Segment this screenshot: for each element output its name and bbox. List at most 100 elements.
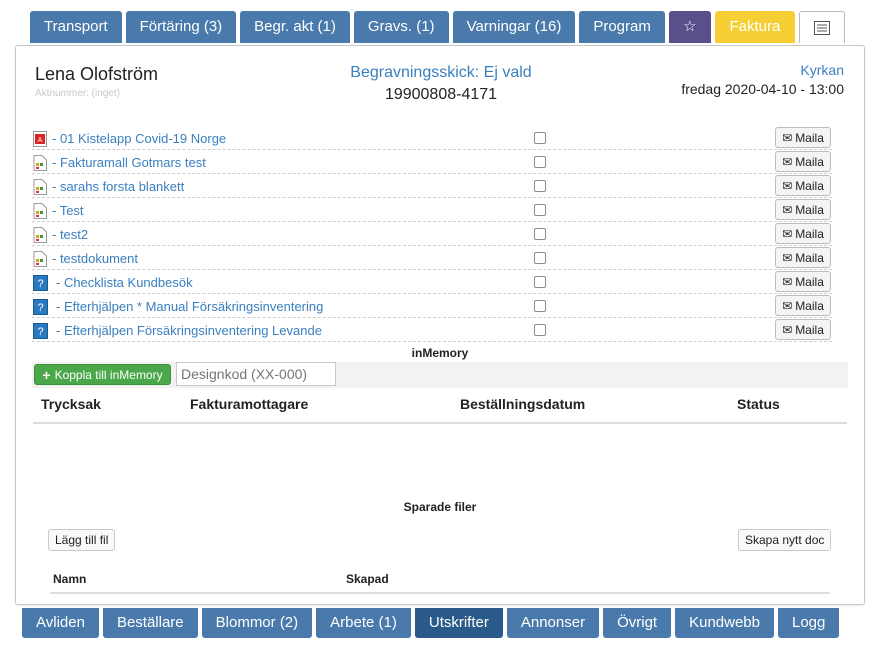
list-item: ? - Checklista Kundbesök ✉ Maila [32,270,832,294]
begravningsskick-link[interactable]: Begravningsskick: Ej vald [296,64,586,82]
tab-arbete[interactable]: Arbete (1) [316,608,411,638]
tab-annonser[interactable]: Annonser [506,608,600,638]
ceremony-datetime: fredag 2020-04-10 - 13:00 [681,81,844,97]
question-icon: ? [33,299,48,315]
document-link[interactable]: - 01 Kistelapp Covid-19 Norge [52,131,226,146]
envelope-icon: ✉ [782,322,793,337]
list-item: - Fakturamall Gotmars test ✉ Maila [32,150,832,174]
list-item: - sarahs forsta blankett ✉ Maila [32,174,832,198]
bottom-tab-bar: Avliden Beställare Blommor (2) Arbete (1… [22,608,840,638]
svg-text:?: ? [37,302,43,314]
header-right: Kyrkan fredag 2020-04-10 - 13:00 [681,62,844,97]
list-icon [813,20,830,35]
tab-logg[interactable]: Logg [778,608,840,638]
document-checkbox[interactable] [534,132,546,144]
tab-utskrifter[interactable]: Utskrifter [414,608,503,638]
envelope-icon: ✉ [782,274,793,289]
saved-files-table-header: Namn Skapad [50,566,830,594]
column-header: Status [737,396,780,412]
document-checkbox[interactable] [534,156,546,168]
document-checkbox[interactable] [534,204,546,216]
list-item: ? - Efterhjälpen Försäkringsinventering … [32,318,832,342]
envelope-icon: ✉ [782,154,793,169]
connect-inmemory-button[interactable]: + Koppla till inMemory [34,364,171,385]
list-item: ? - Efterhjälpen * Manual Försäkringsinv… [32,294,832,318]
document-link[interactable]: - testdokument [52,251,138,266]
list-item: - Test ✉ Maila [32,198,832,222]
envelope-icon: ✉ [782,250,793,265]
list-item: A - 01 Kistelapp Covid-19 Norge ✉ Maila [32,126,832,150]
tab-list[interactable] [798,11,845,43]
inmemory-table-header: Trycksak Fakturamottagare Beställningsda… [33,394,847,424]
document-checkbox[interactable] [534,228,546,240]
doc-icon [33,227,47,243]
plus-icon: + [42,366,51,383]
tab-blommor[interactable]: Blommor (2) [201,608,313,638]
document-checkbox[interactable] [534,300,546,312]
document-link[interactable]: - sarahs forsta blankett [52,179,184,194]
document-link[interactable]: - test2 [52,227,88,242]
list-item: - test2 ✉ Maila [32,222,832,246]
document-link[interactable]: - Checklista Kundbesök [56,275,193,290]
svg-text:?: ? [37,326,43,338]
document-link[interactable]: - Efterhjälpen * Manual Försäkringsinven… [56,299,323,314]
tab-avliden[interactable]: Avliden [22,608,99,638]
tab-bestallare[interactable]: Beställare [102,608,198,638]
column-header: Trycksak [41,396,101,412]
tab-begr-akt[interactable]: Begr. akt (1) [240,11,350,43]
mail-button[interactable]: ✉ Maila [775,295,831,316]
column-header: Namn [53,572,87,586]
mail-button[interactable]: ✉ Maila [775,247,831,268]
location-link[interactable]: Kyrkan [681,62,844,78]
tab-kundwebb[interactable]: Kundwebb [675,608,774,638]
tab-program[interactable]: Program [579,11,665,43]
envelope-icon: ✉ [782,226,793,241]
personnummer: 19900808-4171 [384,86,498,103]
aktnummer: Aktnummer: (inget) [35,88,121,99]
mail-button[interactable]: ✉ Maila [775,127,831,148]
doc-icon [33,179,47,195]
document-checkbox[interactable] [534,324,546,336]
mail-button[interactable]: ✉ Maila [775,319,831,340]
doc-icon [33,155,47,171]
tab-ovrigt[interactable]: Övrigt [603,608,672,638]
saved-files-title: Sparade filer [403,500,477,514]
top-tab-bar: Transport Förtäring (3) Begr. akt (1) Gr… [30,11,845,43]
designkod-input[interactable] [176,362,336,386]
document-checkbox[interactable] [534,276,546,288]
question-icon: ? [33,323,48,339]
tab-fortaring[interactable]: Förtäring (3) [125,11,237,43]
question-icon: ? [33,275,48,291]
column-header: Beställningsdatum [460,396,586,412]
mail-button[interactable]: ✉ Maila [775,151,831,172]
star-icon: ☆ [683,18,697,35]
svg-text:?: ? [37,278,43,290]
tab-varningar[interactable]: Varningar (16) [452,11,576,43]
document-link[interactable]: - Efterhjälpen Försäkringsinventering Le… [56,323,322,338]
add-file-button[interactable]: Lägg till fil [48,529,116,551]
envelope-icon: ✉ [782,298,793,313]
document-checkbox[interactable] [534,252,546,264]
document-list[interactable]: A - 01 Kistelapp Covid-19 Norge ✉ Maila -… [32,126,832,344]
envelope-icon: ✉ [782,130,793,145]
doc-icon [33,203,47,219]
list-item: - testdokument ✉ Maila [32,246,832,270]
column-header: Skapad [346,572,389,586]
create-doc-button[interactable]: Skapa nytt doc [738,529,832,551]
tab-favorite[interactable]: ☆ [668,11,711,43]
column-header: Fakturamottagare [190,396,309,412]
envelope-icon: ✉ [782,178,793,193]
tab-transport[interactable]: Transport [30,11,122,43]
mail-button[interactable]: ✉ Maila [775,223,831,244]
document-link[interactable]: - Test [52,203,84,218]
svg-text:A: A [38,137,43,144]
envelope-icon: ✉ [782,202,793,217]
mail-button[interactable]: ✉ Maila [775,175,831,196]
mail-button[interactable]: ✉ Maila [775,199,831,220]
tab-faktura[interactable]: Faktura [714,11,795,43]
document-link[interactable]: - Fakturamall Gotmars test [52,155,206,170]
mail-button[interactable]: ✉ Maila [775,271,831,292]
deceased-name: Lena Olofström [35,64,159,84]
document-checkbox[interactable] [534,180,546,192]
tab-gravs[interactable]: Gravs. (1) [353,11,449,43]
